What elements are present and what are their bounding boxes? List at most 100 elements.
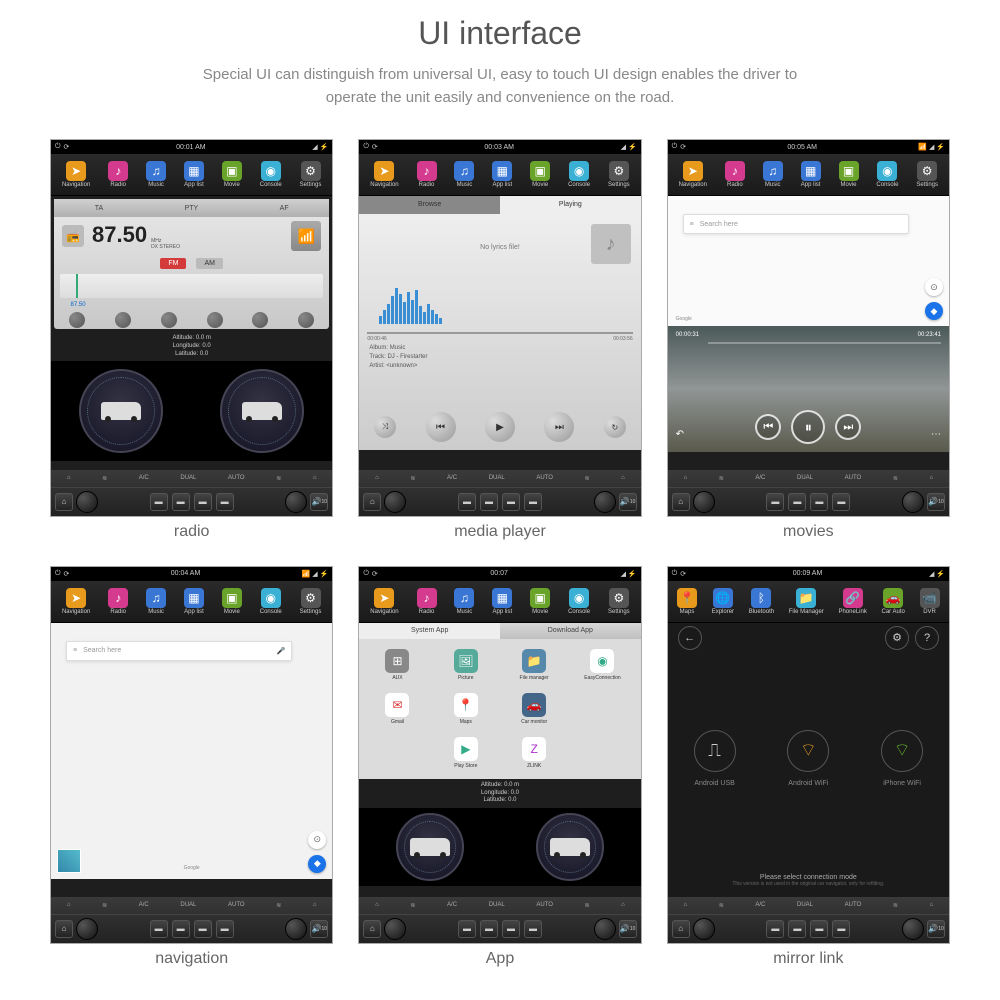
nav-movie[interactable]: ▣Movie [530, 161, 550, 188]
video-next[interactable]: ⏭ [835, 414, 861, 440]
map-panel[interactable]: ≡Search here Google ⊙ ◆ [668, 196, 949, 326]
screen-radio: ⏻⟳ 00:01 AM ◢ ⚡ ➤Navigation ♪Radio ♫Musi… [50, 139, 333, 517]
tuner-scale[interactable]: 87.50 [60, 274, 323, 298]
usb-icon: ⎍ [694, 730, 736, 772]
app-maps[interactable]: 📍Maps [434, 689, 498, 729]
nav-music[interactable]: ♫Music [454, 161, 474, 188]
directions-fab[interactable]: ◆ [308, 855, 326, 873]
cell-media: ⏻⟳ 00:03 AM ◢ ⚡ ➤Navigation ♪Radio ♫Musi… [358, 139, 641, 541]
settings-button[interactable]: ⚙ [885, 626, 909, 650]
video-back[interactable]: ↶ [676, 429, 684, 440]
connection-prompt: Please select connection mode This versi… [668, 864, 949, 897]
tab-system-app[interactable]: System App [359, 623, 500, 639]
caption-radio: radio [50, 523, 333, 541]
google-attribution: Google [676, 316, 692, 322]
nav-navigation[interactable]: ➤Navigation [370, 161, 398, 188]
vol-btn[interactable]: 🔊10 [310, 493, 328, 511]
nav-console[interactable]: ◉Console [260, 161, 282, 188]
nav-applist[interactable]: ▦App list [184, 161, 204, 188]
app-carmonitor[interactable]: 🚗Car monitor [502, 689, 566, 729]
tab-browse[interactable]: Browse [359, 196, 500, 214]
app-zlink[interactable]: ZZLINK [502, 733, 566, 773]
radio-panel: TA PTY AF 📻 87.50 MHzDX STEREO 📶 [54, 199, 329, 329]
nav-settings[interactable]: ⚙Settings [300, 161, 322, 188]
nav-applist[interactable]: ▦App list [492, 161, 512, 188]
page-title: UI interface [0, 15, 1000, 52]
nav-radio[interactable]: ♪Radio [417, 161, 437, 188]
app-aux[interactable]: ⊞AUX [365, 645, 429, 685]
right-knob[interactable] [285, 491, 307, 513]
preset-4[interactable] [207, 312, 223, 328]
option-android-usb[interactable]: ⎍ Android USB [694, 730, 736, 787]
am-button[interactable]: AM [196, 258, 223, 269]
search-input[interactable]: ≡Search here [683, 214, 909, 234]
cell-nav: ⏻⟳00:04 AM📶 ◢ ⚡ ➤Navigation ♪Radio ♫Musi… [50, 566, 333, 968]
shuffle-button[interactable]: ⤨ [374, 416, 396, 438]
play-button[interactable]: ▶ [485, 412, 515, 442]
app-grid: ⊞AUX 🖼Picture 📁File manager ◉EasyConnect… [359, 639, 640, 779]
preset-6[interactable] [298, 312, 314, 328]
tab-download-app[interactable]: Download App [500, 623, 641, 639]
nav-music[interactable]: ♫Music [146, 161, 166, 188]
preset-2[interactable] [115, 312, 131, 328]
locate-fab[interactable]: ⊙ [925, 278, 943, 296]
status-bar: ⏻⟳ 00:01 AM ◢ ⚡ [51, 140, 332, 154]
video-prev[interactable]: ⏮ [755, 414, 781, 440]
screen-movies: ⏻⟳00:05 AM📶 ◢ ⚡ ➤Navigation ♪Radio ♫Musi… [667, 139, 950, 517]
full-map[interactable]: ≡Search here🎤 Google ⊙ ◆ [51, 623, 332, 879]
preset-1[interactable] [69, 312, 85, 328]
next-button[interactable]: ⏭ [544, 412, 574, 442]
screen-app: ⏻⟳00:07◢ ⚡ ➤Navigation ♪Radio ♫Music ▦Ap… [358, 566, 641, 944]
radio-ta[interactable]: TA [95, 205, 103, 212]
app-filemgr[interactable]: 📁File manager [502, 645, 566, 685]
option-iphone-wifi[interactable]: ⌔ iPhone WiFi [881, 730, 923, 787]
clock: 00:03 AM [484, 144, 514, 151]
radio-frequency: 87.50 [92, 222, 147, 248]
screen-nav: ⏻⟳00:04 AM📶 ◢ ⚡ ➤Navigation ♪Radio ♫Musi… [50, 566, 333, 944]
video-more[interactable]: ⋯ [931, 429, 941, 440]
directions-fab[interactable]: ◆ [925, 302, 943, 320]
antenna-icon[interactable]: 📶 [291, 221, 321, 251]
clock: 00:01 AM [176, 144, 206, 151]
left-knob[interactable] [76, 491, 98, 513]
app-gmail[interactable]: ✉Gmail [365, 689, 429, 729]
caption-nav: navigation [50, 950, 333, 968]
preset-5[interactable] [252, 312, 268, 328]
gauge-right [220, 369, 304, 453]
nav-console[interactable]: ◉Console [568, 161, 590, 188]
caption-mirror: mirror link [667, 950, 950, 968]
search-input[interactable]: ≡Search here🎤 [66, 641, 292, 661]
app-easyconn[interactable]: ◉EasyConnection [570, 645, 634, 685]
cell-app: ⏻⟳00:07◢ ⚡ ➤Navigation ♪Radio ♫Music ▦Ap… [358, 566, 641, 968]
radio-pty[interactable]: PTY [185, 205, 199, 212]
tab-playing[interactable]: Playing [500, 196, 641, 214]
cell-radio: ⏻⟳ 00:01 AM ◢ ⚡ ➤Navigation ♪Radio ♫Musi… [50, 139, 333, 541]
preset-3[interactable] [161, 312, 177, 328]
fm-button[interactable]: FM [160, 258, 186, 269]
home-btn[interactable]: ⌂ [55, 493, 73, 511]
video-pause[interactable]: ⏸ [791, 410, 825, 444]
nav-settings[interactable]: ⚙Settings [608, 161, 630, 188]
map-thumbnail[interactable] [57, 849, 81, 873]
radio-af[interactable]: AF [280, 205, 289, 212]
radio-band-icon[interactable]: 📻 [62, 225, 84, 247]
repeat-button[interactable]: ↻ [604, 416, 626, 438]
back-button[interactable]: ← [678, 626, 702, 650]
nav-radio[interactable]: ♪Radio [108, 161, 128, 188]
progress-bar[interactable] [367, 332, 632, 334]
help-button[interactable]: ? [915, 626, 939, 650]
cell-mirror: ⏻⟳00:09 AM◢ ⚡ 📍Maps 🌐Explorer ᛒBluetooth… [667, 566, 950, 968]
wifi-icon: ⌔ [787, 730, 829, 772]
app-playstore[interactable]: ▶Play Store [434, 733, 498, 773]
nav-movie[interactable]: ▣Movie [222, 161, 242, 188]
nav-navigation[interactable]: ➤Navigation [62, 161, 90, 188]
app-picture[interactable]: 🖼Picture [434, 645, 498, 685]
video-player[interactable]: 00:00:31 00:23:41 ⏮ ⏸ ⏭ ↶ ⋯ [668, 326, 949, 452]
option-android-wifi[interactable]: ⌔ Android WiFi [787, 730, 829, 787]
track-metadata: Album: Music Track: DJ - Firestarter Art… [369, 344, 427, 371]
screen-media: ⏻⟳ 00:03 AM ◢ ⚡ ➤Navigation ♪Radio ♫Musi… [358, 139, 641, 517]
prev-button[interactable]: ⏮ [426, 412, 456, 442]
locate-fab[interactable]: ⊙ [308, 831, 326, 849]
video-progress[interactable] [708, 342, 941, 344]
page-subtitle: Special UI can distinguish from universa… [0, 64, 1000, 109]
